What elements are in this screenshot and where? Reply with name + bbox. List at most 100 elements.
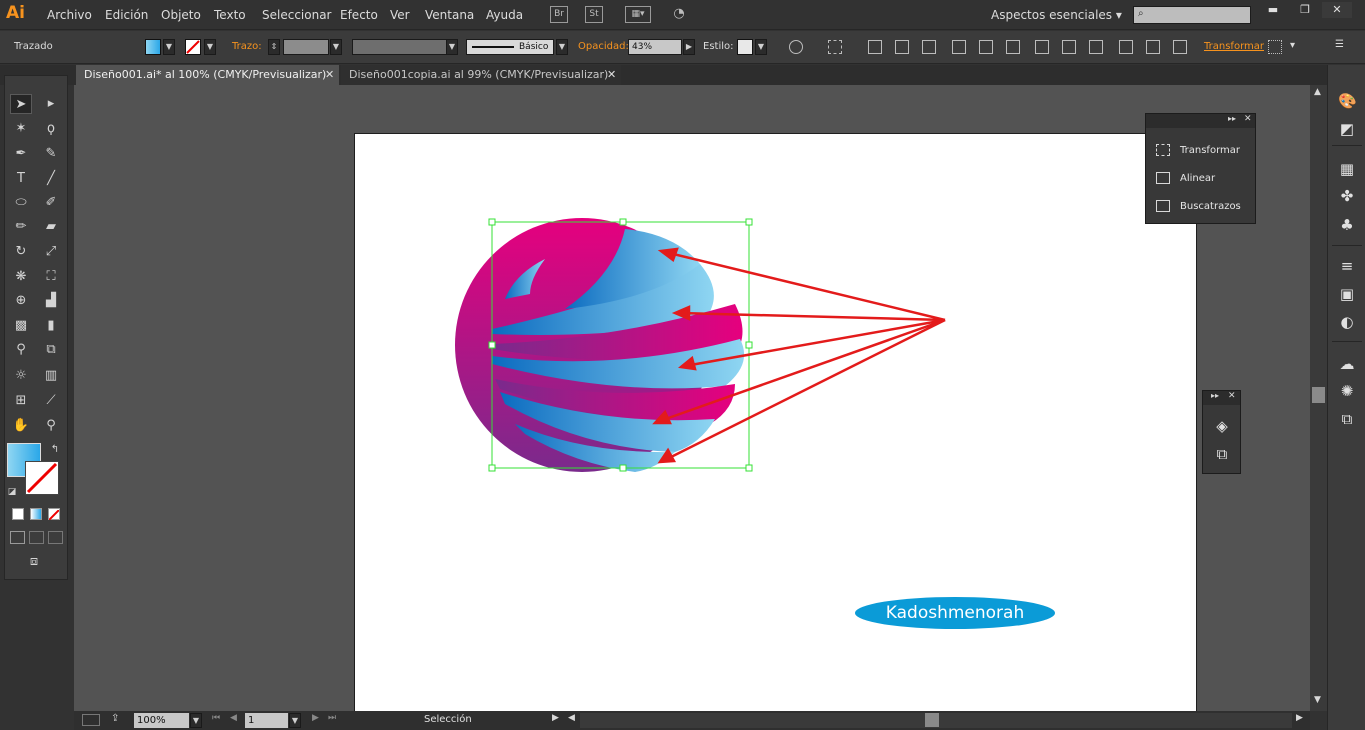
share-icon[interactable]: ⇪ [111,713,119,724]
close-panel-icon[interactable]: ✕ [1244,114,1252,124]
canvas[interactable]: Kadoshmenorah [74,85,1310,711]
stroke-color-box[interactable] [25,461,59,495]
swatches-icon[interactable]: ▦ [1338,160,1356,178]
bridge-icon[interactable]: Br [550,6,568,23]
menu-ventana[interactable]: Ventana [425,8,474,22]
vertical-scrollbar[interactable]: ▲ ▼ [1310,85,1327,711]
gradient-tool-icon[interactable]: ▮ [40,316,62,336]
opacity-label[interactable]: Opacidad: [578,41,629,52]
chevron-down-icon[interactable]: ▾ [1290,40,1295,51]
close-button[interactable]: ✕ [1322,2,1352,18]
magic-wand-tool-icon[interactable]: ✶ [10,119,32,139]
color-palette-icon[interactable]: 🎨 [1338,92,1357,110]
align-to-selection-icon[interactable] [828,40,842,54]
zoom-field[interactable]: 100% [134,713,189,728]
swap-fill-stroke-icon[interactable]: ↰ [48,440,62,460]
pen-tool-icon[interactable]: ✒ [10,144,32,164]
eraser-tool-icon[interactable]: ▰ [40,217,62,237]
opacity-slider-arrow[interactable]: ▶ [683,39,695,55]
fill-swatch[interactable] [145,39,161,55]
scroll-down-icon[interactable]: ▼ [1314,695,1321,705]
distribute-center-icon[interactable] [1146,40,1160,54]
scroll-up-icon[interactable]: ▲ [1314,87,1321,97]
collapse-icon[interactable]: ▸▸ [1211,391,1219,400]
paintbrush-tool-icon[interactable]: ✐ [40,193,62,213]
stroke-panel-icon[interactable]: ≡ [1338,257,1356,275]
align-top-icon[interactable] [952,40,966,54]
stroke-swatch[interactable] [185,39,201,55]
perspective-grid-tool-icon[interactable]: ▟ [40,291,62,311]
selection-tool-icon[interactable]: ➤ [10,94,32,114]
draw-normal-icon[interactable] [10,531,25,544]
default-colors-icon[interactable]: ◪ [5,482,19,502]
shape-builder-tool-icon[interactable]: ⊕ [10,291,32,311]
menu-edicion[interactable]: Edición [105,8,148,22]
variable-width-profile[interactable] [352,39,458,55]
previous-artboard-icon[interactable]: ◀ [230,713,237,723]
gradient-mode-button[interactable] [30,508,42,520]
menu-texto[interactable]: Texto [214,8,246,22]
zoom-tool-icon[interactable]: ⚲ [40,416,62,436]
column-graph-tool-icon[interactable]: ▥ [40,366,62,386]
menu-efecto[interactable]: Efecto [340,8,378,22]
menu-ver[interactable]: Ver [390,8,410,22]
mesh-tool-icon[interactable]: ▩ [10,316,32,336]
close-panel-icon[interactable]: ✕ [1228,391,1236,401]
tab-diseno001[interactable]: Diseño001.ai* al 100% (CMYK/Previsualiza… [76,65,339,85]
brushes-icon[interactable]: ✤ [1338,187,1356,205]
panel-header[interactable]: ▸▸ ✕ [1203,391,1240,405]
search-input[interactable]: ⌕ [1133,6,1251,24]
eyedropper-tool-icon[interactable]: ⚲ [10,340,32,360]
stroke-dropdown[interactable]: ▼ [204,39,216,55]
horizontal-scroll-thumb[interactable] [925,713,939,727]
lasso-tool-icon[interactable]: ϙ [40,119,62,139]
last-artboard-icon[interactable]: ⏭ [328,713,336,723]
line-tool-icon[interactable]: ╱ [40,169,62,189]
align-left-icon[interactable] [868,40,882,54]
menu-archivo[interactable]: Archivo [47,8,92,22]
distribute-bottom-icon[interactable] [1089,40,1103,54]
curvature-tool-icon[interactable]: ✎ [40,144,62,164]
gpu-performance-icon[interactable]: ◔ [670,6,688,23]
stroke-weight-stepper[interactable]: ⇕ [268,39,280,55]
zoom-dropdown[interactable]: ▼ [190,713,202,728]
panel-header[interactable]: ▸▸ ✕ [1146,114,1255,128]
first-artboard-icon[interactable]: ⏮ [212,713,220,723]
opacity-field[interactable]: 43% [628,39,682,55]
stroke-weight-dropdown[interactable]: ▼ [330,39,342,55]
blend-tool-icon[interactable]: ⧉ [40,340,62,360]
brush-dropdown[interactable]: ▼ [556,39,568,55]
none-mode-button[interactable] [48,508,60,521]
artboard-number-field[interactable]: 1 [245,713,288,728]
stroke-label[interactable]: Trazo: [232,41,262,52]
draw-inside-icon[interactable] [48,531,63,544]
transform-panel-item[interactable]: Transformar [1156,144,1240,156]
menu-seleccionar[interactable]: Seleccionar [262,8,331,22]
distribute-top-icon[interactable] [1035,40,1049,54]
align-bottom-icon[interactable] [1006,40,1020,54]
draw-behind-icon[interactable] [29,531,44,544]
status-menu-icon[interactable]: ▶ [552,713,559,723]
menu-ayuda[interactable]: Ayuda [486,8,523,22]
scale-tool-icon[interactable]: ⤢ [40,242,62,262]
symbol-sprayer-tool-icon[interactable]: ☼ [10,366,32,386]
minimize-button[interactable]: ▬ [1258,2,1288,18]
panel-menu-icon[interactable]: ☰ [1335,39,1344,50]
screen-mode-icon[interactable]: ⧈ [23,552,45,572]
align-center-icon[interactable] [895,40,909,54]
graphic-style-dropdown[interactable]: ▼ [755,39,767,55]
appearance-icon[interactable]: ☁ [1338,355,1356,373]
layers-icon[interactable]: ◈ [1213,417,1231,435]
artboard[interactable]: Kadoshmenorah [354,133,1197,711]
scroll-left-icon[interactable]: ◀ [568,713,575,723]
direct-selection-tool-icon[interactable]: ▸ [40,94,62,114]
slice-tool-icon[interactable]: ⟋ [40,391,62,411]
align-middle-icon[interactable] [979,40,993,54]
artboard-nav-icon[interactable] [82,714,100,726]
next-artboard-icon[interactable]: ▶ [312,713,319,723]
stock-icon[interactable]: St [585,6,603,23]
distribute-left-icon[interactable] [1119,40,1133,54]
fill-dropdown[interactable]: ▼ [163,39,175,55]
symbols-icon[interactable]: ♣ [1338,216,1356,234]
scroll-right-icon[interactable]: ▶ [1296,713,1303,723]
